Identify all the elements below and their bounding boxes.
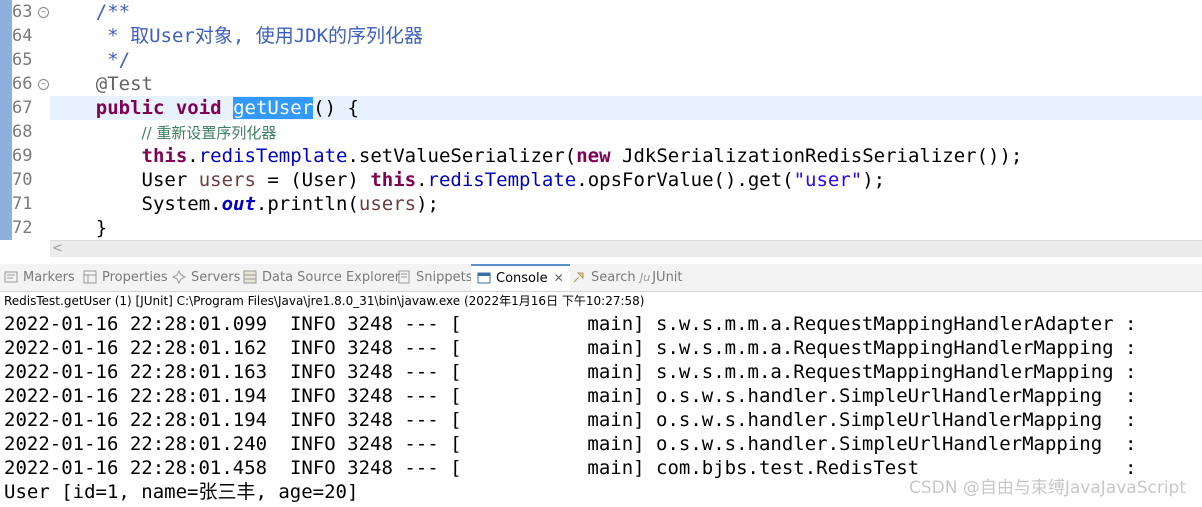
console-line: 2022-01-16 22:28:01.163 INFO 3248 --- [ … <box>4 361 1137 383</box>
tab-junit[interactable]: Ju JUnit <box>640 264 683 291</box>
junit-icon: Ju <box>640 271 651 284</box>
code-line: } <box>50 217 108 239</box>
line-number: 68 <box>12 122 33 142</box>
tab-properties[interactable]: Properties <box>83 264 168 291</box>
line-number: 66 <box>12 74 33 94</box>
code-line: */ <box>50 49 131 71</box>
code-line-current: public void getUser() { <box>50 96 1202 120</box>
tab-markers[interactable]: Markers <box>4 264 75 291</box>
console-icon <box>477 272 491 284</box>
close-icon[interactable]: ✕ <box>554 271 564 285</box>
tab-data-source-explorer[interactable]: Data Source Explorer <box>243 264 400 291</box>
line-number: 70 <box>12 170 33 190</box>
console-line: 2022-01-16 22:28:01.162 INFO 3248 --- [ … <box>4 337 1137 359</box>
fold-collapse-icon[interactable]: − <box>38 7 49 18</box>
tab-search[interactable]: Search <box>572 264 636 291</box>
tab-console[interactable]: Console ✕ <box>471 264 570 291</box>
selected-text: getUser <box>233 97 314 119</box>
search-icon <box>573 272 584 283</box>
console-line: 2022-01-16 22:28:01.240 INFO 3248 --- [ … <box>4 433 1137 455</box>
line-number-gutter: 63 64 65 66 67 68 69 70 71 72 − − <box>0 0 50 240</box>
fold-collapse-icon[interactable]: − <box>38 79 49 90</box>
line-number: 72 <box>12 218 33 238</box>
line-number: 63 <box>12 2 33 22</box>
console-line: 2022-01-16 22:28:01.099 INFO 3248 --- [ … <box>4 313 1137 335</box>
line-number: 67 <box>12 98 33 118</box>
line-number: 71 <box>12 194 33 214</box>
views-tab-bar: Markers Properties Servers Data Source E… <box>0 264 1202 292</box>
snippets-icon <box>398 270 410 284</box>
scroll-left-icon[interactable]: < <box>52 241 63 257</box>
overview-strip <box>0 0 12 240</box>
code-line: // 重新设置序列化器 <box>141 124 277 142</box>
code-line: /** <box>50 1 131 23</box>
watermark: CSDN @自由与束缚JavaJavaScript <box>909 478 1186 498</box>
line-number: 64 <box>12 26 33 46</box>
console-process-label: RedisTest.getUser (1) [JUnit] C:\Program… <box>4 294 645 308</box>
console-line: User [id=1, name=张三丰, age=20] <box>4 481 359 503</box>
code-line: User users = (User) this.redisTemplate.o… <box>50 169 886 191</box>
properties-icon <box>83 270 97 284</box>
code-line: System.out.println(users); <box>50 193 439 215</box>
code-line: @Test <box>50 73 153 95</box>
line-number: 69 <box>12 146 33 166</box>
code-editor[interactable]: 63 64 65 66 67 68 69 70 71 72 − − /** * … <box>0 0 1202 240</box>
code-line: this.redisTemplate.setValueSerializer(ne… <box>141 145 1023 167</box>
tab-snippets[interactable]: Snippets <box>397 264 472 291</box>
horizontal-scrollbar[interactable]: < <box>50 240 1202 257</box>
line-number: 65 <box>12 50 33 70</box>
servers-icon <box>172 270 186 284</box>
console-line: 2022-01-16 22:28:01.194 INFO 3248 --- [ … <box>4 385 1137 407</box>
console-line: 2022-01-16 22:28:01.194 INFO 3248 --- [ … <box>4 409 1137 431</box>
markers-icon <box>4 271 18 283</box>
tab-servers[interactable]: Servers <box>172 264 240 291</box>
code-line: * 取User对象, 使用JDK的序列化器 <box>50 25 424 47</box>
data-source-icon <box>243 270 257 284</box>
